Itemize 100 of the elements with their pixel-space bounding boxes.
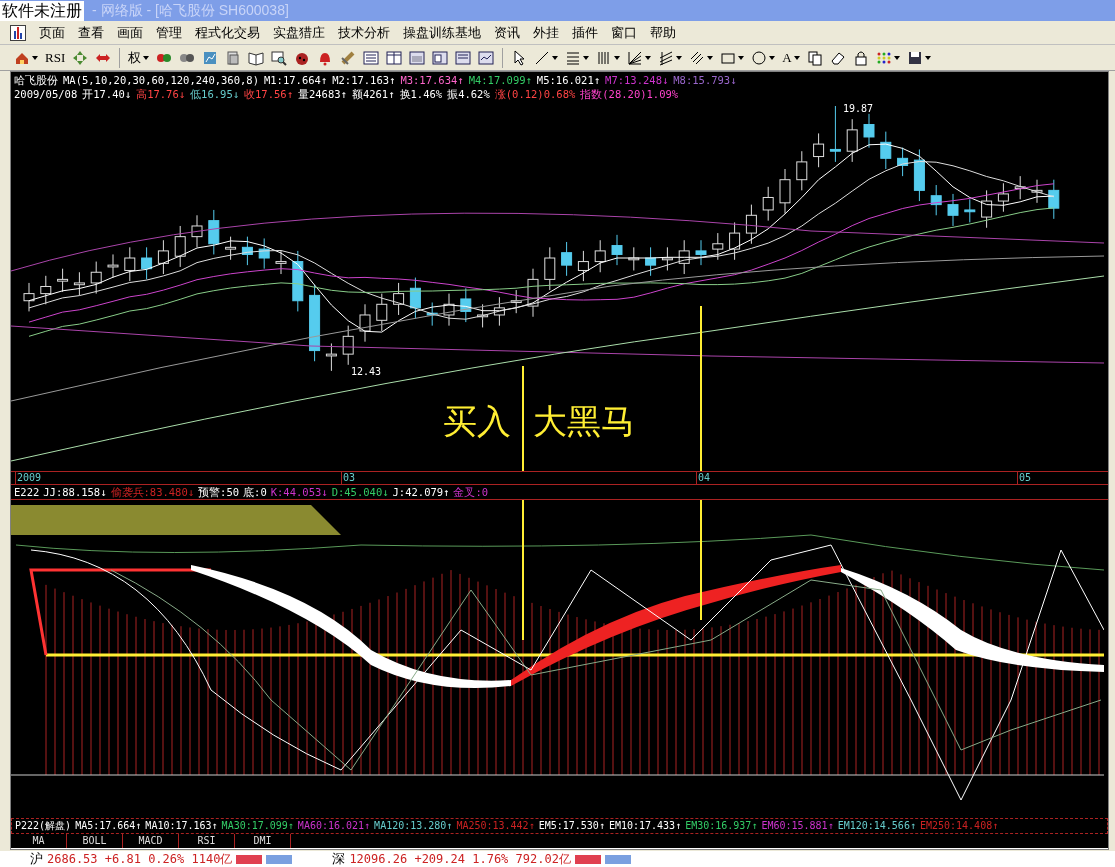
window-layout-icon xyxy=(478,49,495,66)
indicator-value: E222 xyxy=(14,485,40,499)
window-layout-icon xyxy=(432,49,449,66)
menu-item[interactable]: 实盘猎庄 xyxy=(273,22,325,43)
indicator-value: 收17.56↑ xyxy=(244,87,293,101)
indicator-value: 金叉:0 xyxy=(453,485,489,499)
indicator-value: D:45.040↓ xyxy=(331,485,389,499)
indicator-value: 换1.46% xyxy=(399,87,443,101)
search-icon xyxy=(271,49,288,66)
indicator-value: MA250:13.442↑ xyxy=(456,819,535,833)
menu-item[interactable]: 查看 xyxy=(78,22,104,43)
indicator-value: EM10:17.433↑ xyxy=(608,819,682,833)
indicator-value: EM250:14.408↑ xyxy=(919,819,999,833)
indicator-value: 2009/05/08 xyxy=(14,87,78,101)
indicator-value: 开17.40↓ xyxy=(82,87,132,101)
document-icon xyxy=(225,49,242,66)
indicator-value: 涨(0.12)0.68% xyxy=(494,87,576,101)
menu-item[interactable]: 管理 xyxy=(156,22,182,43)
line-tool-icon xyxy=(534,49,551,66)
dropdown-caret-icon xyxy=(924,55,931,60)
indicator-value: M1:17.664↑ xyxy=(263,73,328,87)
indicator-value: 高17.76↓ xyxy=(136,87,186,101)
decline-ratio-bar xyxy=(604,854,631,864)
dropdown-caret-icon xyxy=(552,55,559,60)
menu-item[interactable]: 外挂 xyxy=(533,22,559,43)
menu-item[interactable]: 技术分析 xyxy=(338,22,390,43)
toolbar-button[interactable]: A xyxy=(780,46,802,69)
copy-icon xyxy=(806,49,823,66)
dropdown-caret-icon xyxy=(707,55,714,60)
book-icon xyxy=(248,49,265,66)
indicator-value: M3:17.634↑ xyxy=(400,73,464,87)
menu-item[interactable]: 资讯 xyxy=(494,22,520,43)
fan-lines-icon xyxy=(627,49,644,66)
window-layout-icon xyxy=(409,49,426,66)
menu-item[interactable]: 插件 xyxy=(572,22,598,43)
advance-ratio-bar xyxy=(574,854,601,864)
axis-label: 03 xyxy=(341,472,356,484)
low-price-label: 12.43 xyxy=(351,365,382,379)
indicator-value: MA60:16.021↑ xyxy=(297,819,371,833)
menu-item[interactable]: 页面 xyxy=(39,22,65,43)
window-layout-icon xyxy=(363,49,380,66)
parallel-lines-icon xyxy=(658,49,675,66)
menu-item[interactable]: 程式化交易 xyxy=(195,22,260,43)
menu-item[interactable]: 窗口 xyxy=(611,22,637,43)
annotation-text: 买入 大黑马 xyxy=(443,401,635,441)
dropdown-caret-icon xyxy=(645,55,652,60)
toolbar-button[interactable]: RSI xyxy=(43,46,68,69)
high-price-label: 19.87 xyxy=(843,102,874,116)
indicator-value: 额4261↑ xyxy=(351,87,395,101)
advance-ratio-bar xyxy=(236,854,263,864)
indicator-value: MA10:17.163↑ xyxy=(145,819,218,833)
indicator-value: 哈飞股份 xyxy=(14,73,58,87)
app-logo-icon xyxy=(10,24,26,41)
indicator-value: MA(5,10,20,30,60,120,240,360,8) xyxy=(63,73,259,87)
indicator-value: 偷袭兵:83.480↓ xyxy=(110,485,195,499)
indicator-value: EM5:17.530↑ xyxy=(538,819,605,833)
dropdown-caret-icon xyxy=(32,55,38,60)
indicator-value: 振4.62% xyxy=(447,87,490,101)
indicator-value: M2:17.163↑ xyxy=(332,73,396,87)
window-title: - 网络版 - [哈飞股份 SH600038] xyxy=(92,1,289,20)
dropdown-caret-icon xyxy=(769,55,776,60)
dropdown-caret-icon xyxy=(793,55,800,60)
decline-ratio-bar xyxy=(266,854,293,864)
indicator-value: MA5:17.664↑ xyxy=(75,819,142,833)
diagonal-lines-icon xyxy=(689,49,706,66)
dropdown-caret-icon xyxy=(583,55,590,60)
dropdown-caret-icon xyxy=(893,55,900,60)
dropdown-caret-icon xyxy=(143,55,150,60)
indicator-value: JJ:88.158↓ xyxy=(43,485,107,499)
indicator-value: 底:0 xyxy=(243,485,267,499)
indicator-value: M8:15.793↓ xyxy=(673,73,737,87)
indicator-value: 指数(28.20)1.09% xyxy=(580,87,679,101)
toolbar-button[interactable]: 权 xyxy=(126,46,152,69)
indicator-value: EM30:16.937↑ xyxy=(685,819,758,833)
indicator-value: P222(解盘) xyxy=(15,819,72,833)
window-layout-icon xyxy=(455,49,472,66)
market-index-value: 2686.53 +6.81 0.26% 1140亿 xyxy=(47,851,233,867)
menu-item[interactable]: 画面 xyxy=(117,22,143,43)
market-label: 沪 xyxy=(30,850,43,867)
lines-tool-icon xyxy=(565,49,582,66)
menu-item[interactable]: 帮助 xyxy=(650,22,676,43)
indicator-value: EM120:14.566↑ xyxy=(837,819,916,833)
indicator-value: M5:16.021↑ xyxy=(536,73,601,87)
move-arrows-icon xyxy=(72,49,89,66)
dropdown-caret-icon xyxy=(614,55,621,60)
save-icon xyxy=(906,49,923,66)
axis-label: 05 xyxy=(1017,472,1032,484)
registration-notice: 软件未注册 xyxy=(0,0,84,21)
indicator-value: 量24683↑ xyxy=(297,87,347,101)
indicator-value: 低16.95↓ xyxy=(190,87,240,101)
menu-item[interactable]: 操盘训练基地 xyxy=(403,22,481,43)
axis-label: 04 xyxy=(696,472,711,484)
axis-label: 2009 xyxy=(15,472,42,484)
indicator-value: EM60:15.881↑ xyxy=(761,819,834,833)
dropdown-caret-icon xyxy=(676,55,683,60)
indicator-value: MA120:13.280↑ xyxy=(374,819,453,833)
indicator-value: J:42.079↑ xyxy=(392,485,450,499)
indicator-value: M7:13.248↓ xyxy=(605,73,669,87)
indicator-value: M4:17.099↑ xyxy=(468,73,532,87)
chart-icon xyxy=(202,49,219,66)
